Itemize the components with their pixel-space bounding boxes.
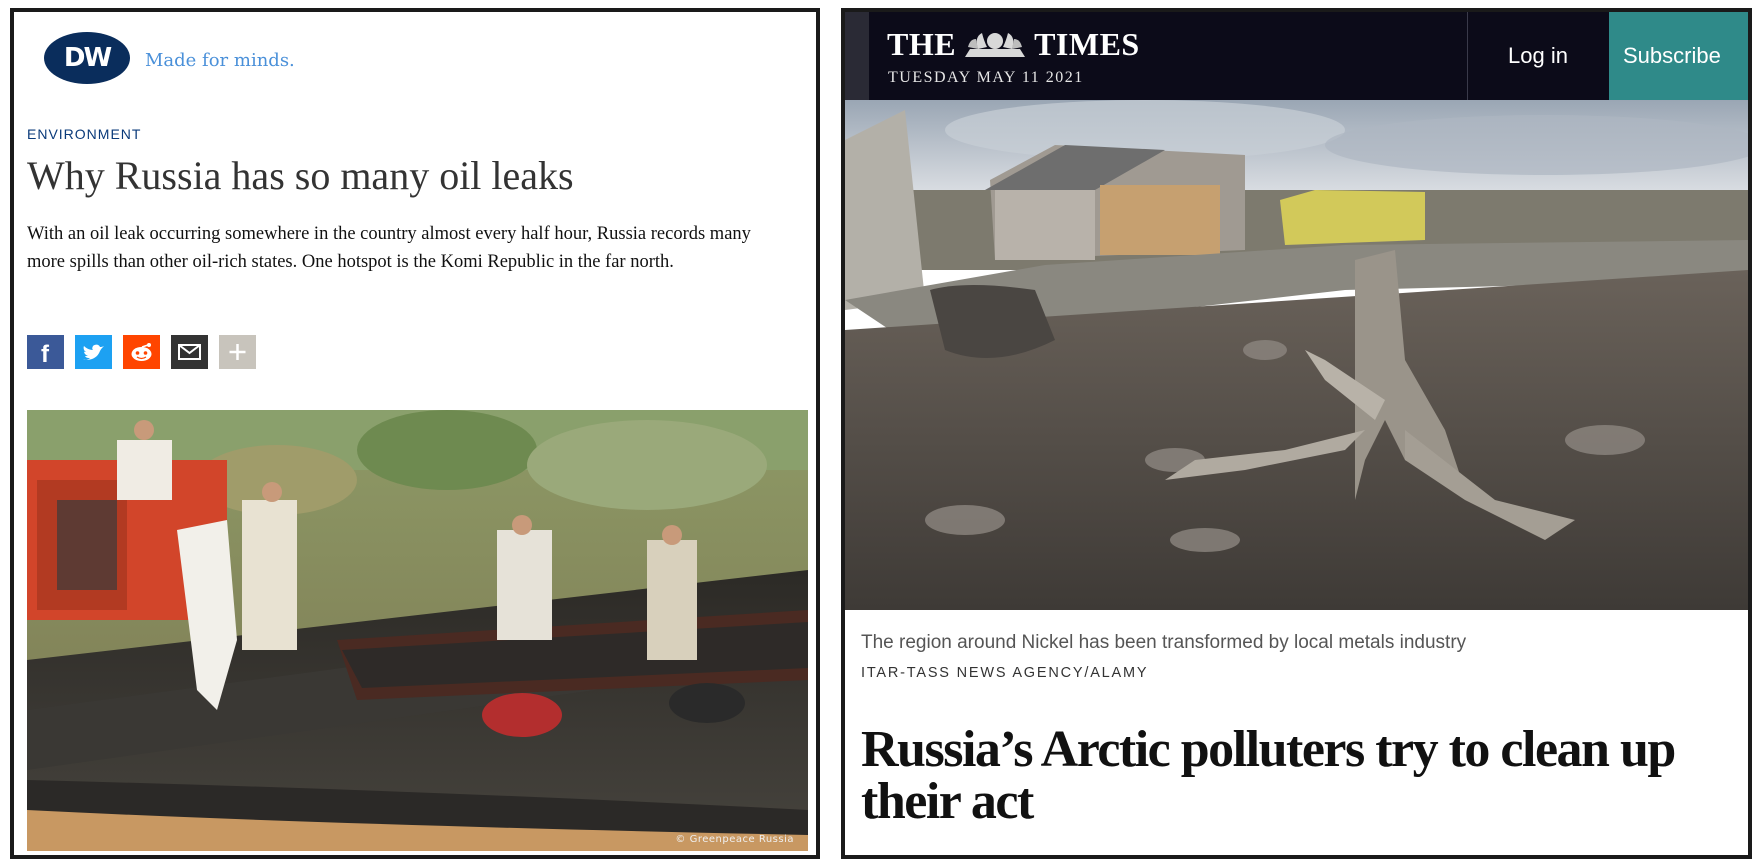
share-reddit-button[interactable]	[123, 335, 160, 369]
share-facebook-button[interactable]: f	[27, 335, 64, 369]
article-category[interactable]: ENVIRONMENT	[27, 126, 141, 142]
twitter-icon	[83, 344, 104, 360]
plus-icon	[229, 344, 246, 360]
nickel-landscape-image	[845, 100, 1748, 610]
dw-article-panel: DW Made for minds. ENVIRONMENT Why Russi…	[10, 8, 820, 859]
reddit-icon	[131, 343, 152, 361]
dw-logo-text: DW	[63, 43, 112, 73]
nickel-landscape-photo	[845, 100, 1748, 610]
photo-credit: ITAR-TASS NEWS AGENCY/ALAMY	[861, 665, 1149, 681]
article-title: Why Russia has so many oil leaks	[27, 153, 574, 198]
royal-crest-icon	[965, 33, 1026, 57]
photo-credit: © Greenpeace Russia	[675, 834, 794, 845]
article-headline: Russia’s Arctic polluters try to clean u…	[861, 721, 1676, 830]
masthead-times: TIMES	[1034, 25, 1140, 62]
issue-date: TUESDAY MAY 11 2021	[888, 69, 1084, 86]
photo-caption: The region around Nickel has been transf…	[861, 632, 1467, 653]
mail-icon	[178, 344, 201, 360]
svg-text:f: f	[41, 341, 50, 368]
subscribe-button[interactable]: Subscribe	[1609, 12, 1748, 100]
masthead-the: THE	[887, 25, 957, 62]
times-header: THE TIMES TUESDAY MAY 11 2021 Log in Sub…	[845, 12, 1748, 100]
login-button[interactable]: Log in	[1468, 12, 1608, 100]
share-twitter-button[interactable]	[75, 335, 112, 369]
share-more-button[interactable]	[219, 335, 256, 369]
dw-slogan: Made for minds.	[145, 50, 295, 71]
facebook-icon: f	[41, 341, 50, 368]
dw-logo[interactable]: DW	[44, 32, 130, 84]
header-left-strip	[845, 12, 869, 100]
oil-cleanup-image	[27, 410, 808, 851]
share-email-button[interactable]	[171, 335, 208, 369]
oil-cleanup-photo: © Greenpeace Russia	[27, 410, 808, 851]
times-masthead[interactable]: THE TIMES	[887, 25, 1140, 62]
article-lead: With an oil leak occurring somewhere in …	[27, 224, 751, 272]
times-article-panel: THE TIMES TUESDAY MAY 11 2021 Log in Sub…	[841, 8, 1752, 859]
